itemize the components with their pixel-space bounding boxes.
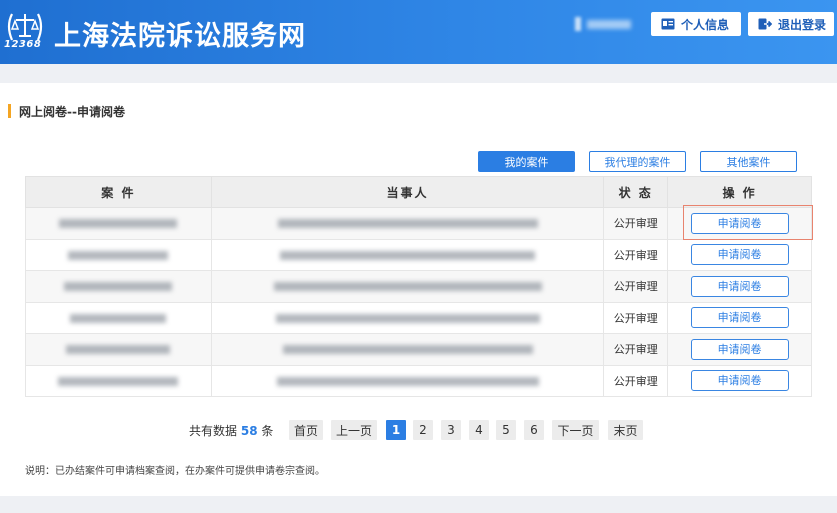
case-cell <box>25 207 212 240</box>
next-page-button[interactable]: 下一页 <box>552 420 599 440</box>
action-cell: 申请阅卷 <box>667 207 812 240</box>
apply-review-button[interactable]: 申请阅卷 <box>690 338 789 360</box>
apply-review-button[interactable]: 申请阅卷 <box>690 244 789 266</box>
total-suffix: 条 <box>261 424 274 438</box>
cases-table: 案 件 当事人 状 态 操 作 公开审理 申请阅卷 公开审理 申请阅卷 公开审理… <box>25 176 812 397</box>
last-page-button[interactable]: 末页 <box>608 420 643 440</box>
note-text: 说明：已办结案件可申请档案查阅，在办案件可提供申请卷宗查阅。 <box>25 466 325 477</box>
status-cell: 公开审理 <box>603 364 669 397</box>
site-title: 上海法院诉讼服务网 <box>54 21 306 52</box>
logo-number: 12368 <box>4 39 42 50</box>
page-button-4[interactable]: 4 <box>469 420 489 440</box>
footer-strip <box>0 496 837 513</box>
status-cell: 公开审理 <box>603 333 669 366</box>
table-row: 公开审理 申请阅卷 <box>25 207 812 240</box>
main-panel: 网上阅卷--申请阅卷 我的案件 我代理的案件 其他案件 案 件 当事人 状 态 … <box>0 83 837 496</box>
case-cell <box>25 270 212 303</box>
apply-review-button[interactable]: 申请阅卷 <box>690 275 789 297</box>
id-card-icon <box>661 18 675 30</box>
action-cell: 申请阅卷 <box>667 270 812 303</box>
column-header-action: 操 作 <box>667 176 812 208</box>
table-row: 公开审理 申请阅卷 <box>25 333 812 366</box>
column-header-party: 当事人 <box>210 176 605 208</box>
case-cell <box>25 333 212 366</box>
total-count: 共有数据 58 条 <box>189 422 273 439</box>
party-cell <box>210 333 605 366</box>
profile-button[interactable]: 个人信息 <box>651 12 741 36</box>
table-row: 公开审理 申请阅卷 <box>25 270 812 303</box>
case-cell <box>25 301 212 334</box>
header-spacer <box>0 64 837 83</box>
logout-button[interactable]: 退出登录 <box>748 12 834 36</box>
section-title: 网上阅卷--申请阅卷 <box>19 105 125 119</box>
total-prefix: 共有数据 <box>189 424 238 438</box>
action-cell: 申请阅卷 <box>667 333 812 366</box>
apply-review-button[interactable]: 申请阅卷 <box>690 307 789 329</box>
action-cell: 申请阅卷 <box>667 364 812 397</box>
profile-button-label: 个人信息 <box>681 17 730 32</box>
table-row: 公开审理 申请阅卷 <box>25 301 812 334</box>
apply-review-button[interactable]: 申请阅卷 <box>690 212 789 234</box>
case-cell <box>25 238 212 271</box>
apply-review-button[interactable]: 申请阅卷 <box>690 370 789 392</box>
user-name-redacted <box>575 17 631 31</box>
action-cell: 申请阅卷 <box>667 301 812 334</box>
column-header-case: 案 件 <box>25 176 212 208</box>
party-cell <box>210 270 605 303</box>
status-cell: 公开审理 <box>603 301 669 334</box>
page-button-3[interactable]: 3 <box>441 420 461 440</box>
total-number: 58 <box>240 424 258 438</box>
action-cell: 申请阅卷 <box>667 238 812 271</box>
party-cell <box>210 364 605 397</box>
logout-icon <box>758 18 772 30</box>
column-header-status: 状 态 <box>603 176 669 208</box>
logout-button-label: 退出登录 <box>778 17 827 32</box>
tab-other-cases[interactable]: 其他案件 <box>700 151 797 172</box>
table-header-row: 案 件 当事人 状 态 操 作 <box>25 176 812 208</box>
page-button-6[interactable]: 6 <box>524 420 544 440</box>
party-cell <box>210 238 605 271</box>
first-page-button[interactable]: 首页 <box>289 420 323 440</box>
tab-agent-cases[interactable]: 我代理的案件 <box>589 151 686 172</box>
site-header: 12368 上海法院诉讼服务网 个人信息 退出登录 <box>0 0 837 64</box>
page-button-2[interactable]: 2 <box>413 420 433 440</box>
table-row: 公开审理 申请阅卷 <box>25 238 812 271</box>
table-row: 公开审理 申请阅卷 <box>25 364 812 397</box>
case-cell <box>25 364 212 397</box>
status-cell: 公开审理 <box>603 270 669 303</box>
page-button-1[interactable]: 1 <box>386 420 406 440</box>
page-button-5[interactable]: 5 <box>496 420 516 440</box>
tab-my-cases[interactable]: 我的案件 <box>478 151 575 172</box>
party-cell <box>210 207 605 240</box>
party-cell <box>210 301 605 334</box>
prev-page-button[interactable]: 上一页 <box>331 420 377 440</box>
status-cell: 公开审理 <box>603 238 669 271</box>
section-accent-bar <box>8 104 11 118</box>
status-cell: 公开审理 <box>603 207 669 240</box>
